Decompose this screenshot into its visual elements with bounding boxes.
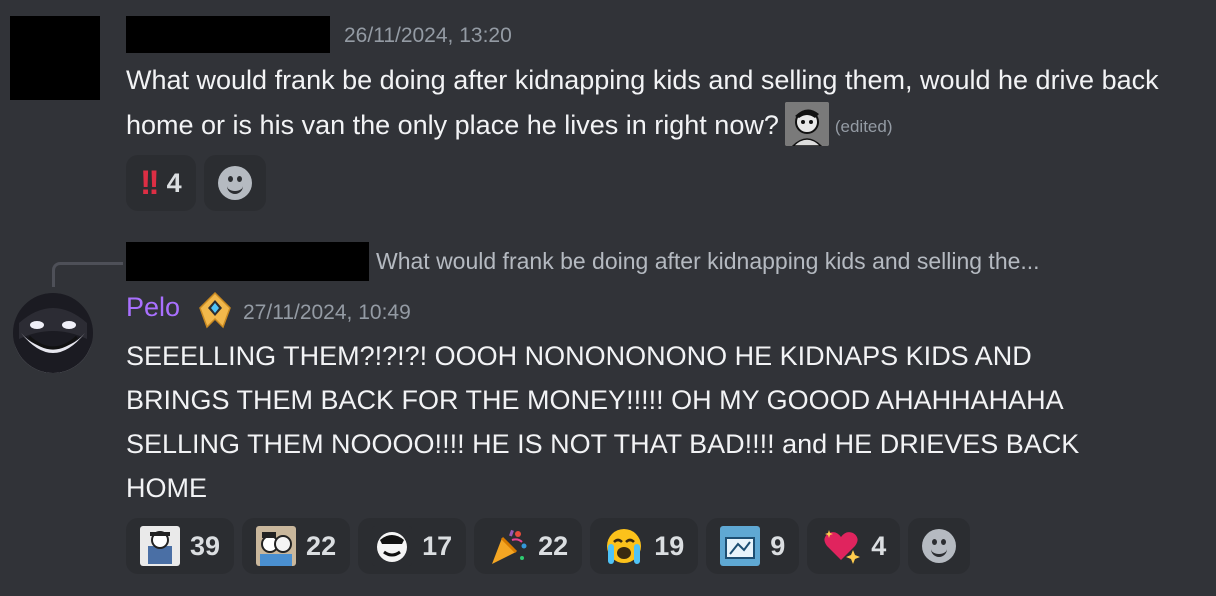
reaction-party-popper[interactable]: 22 xyxy=(474,518,583,574)
reaction-custom-character-4[interactable]: 9 xyxy=(706,518,800,574)
add-reaction-button[interactable] xyxy=(203,155,266,211)
username-pelo[interactable]: Pelo xyxy=(126,292,180,323)
reaction-count: 22 xyxy=(538,530,569,561)
avatar-redacted[interactable] xyxy=(10,16,100,100)
reaction-loudly-crying-face[interactable]: 19 xyxy=(590,518,699,574)
message-timestamp[interactable]: 27/11/2024, 10:49 xyxy=(243,301,411,325)
loudly-crying-face-icon xyxy=(604,526,644,566)
custom-character-emoji-icon[interactable] xyxy=(784,102,829,146)
message-text: SEEELLING THEM?!?!?! OOOH NONONONONO HE … xyxy=(126,341,1080,503)
reactions-bar: !! 4 xyxy=(126,155,266,211)
reaction-count: 4 xyxy=(166,167,182,198)
reaction-count: 39 xyxy=(190,530,221,561)
custom-character-4-icon xyxy=(720,526,761,566)
message-text: What would frank be doing after kidnappi… xyxy=(126,65,1159,140)
role-badge-icon[interactable] xyxy=(196,291,234,329)
reply-preview[interactable]: What would frank be doing after kidnappi… xyxy=(376,248,1040,275)
pelo-avatar[interactable] xyxy=(13,293,93,373)
reaction-double-exclamation[interactable]: !! 4 xyxy=(126,155,196,211)
custom-character-2-icon xyxy=(256,526,297,566)
reactions-bar: 39 22 17 22 19 9 4 xyxy=(126,518,971,574)
reply-connector xyxy=(52,262,123,287)
message-body: SEEELLING THEM?!?!?! OOOH NONONONONO HE … xyxy=(126,334,1136,510)
smiley-icon xyxy=(217,166,252,200)
double-exclamation-icon: !! xyxy=(140,163,160,202)
reaction-custom-character-3[interactable]: 17 xyxy=(358,518,467,574)
reaction-custom-character-1[interactable]: 39 xyxy=(126,518,235,574)
add-reaction-button[interactable] xyxy=(908,518,971,574)
reaction-sparkling-heart[interactable]: 4 xyxy=(807,518,901,574)
custom-character-1-icon xyxy=(140,526,180,566)
username-redacted[interactable] xyxy=(126,16,330,53)
edited-label: (edited) xyxy=(834,117,893,136)
reaction-count: 22 xyxy=(306,530,337,561)
reaction-count: 17 xyxy=(422,530,453,561)
reaction-count: 9 xyxy=(770,530,786,561)
reaction-custom-character-2[interactable]: 22 xyxy=(242,518,351,574)
reaction-count: 19 xyxy=(654,530,685,561)
smiley-icon xyxy=(922,529,957,563)
reply-username-redacted[interactable] xyxy=(126,242,369,281)
party-popper-icon xyxy=(488,526,528,566)
reaction-count: 4 xyxy=(871,530,887,561)
message-body: What would frank be doing after kidnappi… xyxy=(126,58,1186,149)
message-timestamp[interactable]: 26/11/2024, 13:20 xyxy=(344,24,512,48)
custom-character-3-icon xyxy=(372,526,413,566)
sparkling-heart-icon xyxy=(821,526,861,566)
